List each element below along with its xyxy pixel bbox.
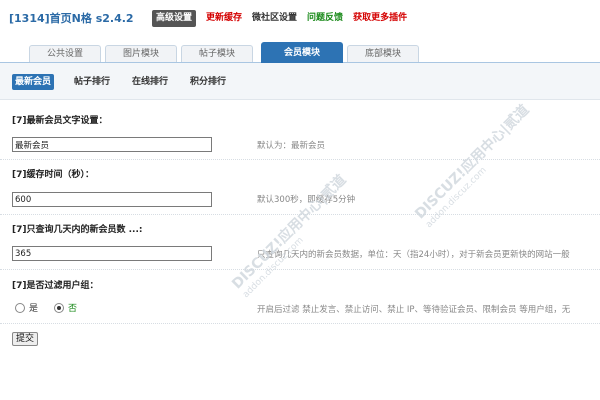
divider [0, 159, 600, 160]
field-label-member-text: [7]最新会员文字设置： [12, 116, 108, 126]
module-tabs: 公共设置 图片模块 帖子模块 会员模块 底部模块 [0, 42, 600, 63]
field-label-cache-time: [7]缓存时间（秒）： [12, 170, 94, 180]
hint-filter-groups: 开启后过滤 禁止发言、禁止访问、禁止 IP、等待验证会员、限制会员 等用户组，无 [257, 305, 571, 315]
subtab-thread-ranking[interactable]: 帖子排行 [71, 74, 113, 90]
submit-button[interactable]: 提交 [12, 332, 39, 346]
watermark: DISCUZ!应用中心|贰道 addon.discuz.com [227, 170, 357, 300]
sub-tabs: 最新会员 帖子排行 在线排行 积分排行 [0, 63, 600, 100]
watermark-text: DISCUZ!应用中心|贰道 [229, 171, 350, 293]
cache-time-input[interactable] [12, 192, 212, 207]
watermark-text: DISCUZ!应用中心|贰道 [412, 101, 533, 223]
watermark: DISCUZ!应用中心|贰道 addon.discuz.com [410, 100, 540, 230]
hint-query-days: 只查询几天内的新会员数据，单位：天（指24小时），对于新会员更新快的网站一般 [257, 250, 570, 260]
hint-member-text: 默认为：最新会员 [257, 141, 326, 151]
subtab-newest-members[interactable]: 最新会员 [12, 74, 55, 90]
subtab-online-ranking[interactable]: 在线排行 [129, 74, 171, 90]
nav-feedback[interactable]: 问题反馈 [307, 10, 343, 27]
nav-micro-community-settings[interactable]: 微社区设置 [252, 10, 297, 27]
tab-common-settings[interactable]: 公共设置 [29, 45, 101, 62]
radio-yes[interactable] [15, 302, 25, 313]
tab-thread-module[interactable]: 帖子模块 [181, 45, 253, 62]
filter-groups-radio-group: 是 否 [15, 301, 93, 314]
nav-update-cache[interactable]: 更新缓存 [206, 10, 242, 27]
header: [1314]首页N格 s2.4.2 高级设置 更新缓存 微社区设置 问题反馈 获… [0, 0, 600, 40]
tab-member-module[interactable]: 会员模块 [261, 42, 343, 63]
watermark-url: addon.discuz.com [424, 165, 489, 231]
field-label-query-days: [7]只查询几天内的新会员数 ...: [12, 225, 143, 235]
nav-advanced-settings[interactable]: 高级设置 [152, 10, 197, 27]
tab-image-module[interactable]: 图片模块 [105, 45, 177, 62]
field-label-filter-groups: [7]是否过滤用户组： [12, 281, 99, 291]
tab-footer-module[interactable]: 底部模块 [347, 45, 419, 62]
query-days-input[interactable] [12, 246, 212, 261]
member-text-input[interactable] [12, 137, 212, 152]
radio-yes-label[interactable]: 是 [29, 301, 38, 314]
radio-no-label[interactable]: 否 [68, 301, 77, 314]
app-title: [1314]首页N格 s2.4.2 [9, 12, 134, 25]
divider [0, 323, 600, 324]
nav-more-plugins[interactable]: 获取更多插件 [353, 10, 407, 27]
radio-no[interactable] [54, 302, 65, 313]
divider [0, 269, 600, 270]
subtab-points-ranking[interactable]: 积分排行 [187, 74, 229, 90]
header-nav: 高级设置 更新缓存 微社区设置 问题反馈 获取更多插件 [152, 10, 417, 27]
